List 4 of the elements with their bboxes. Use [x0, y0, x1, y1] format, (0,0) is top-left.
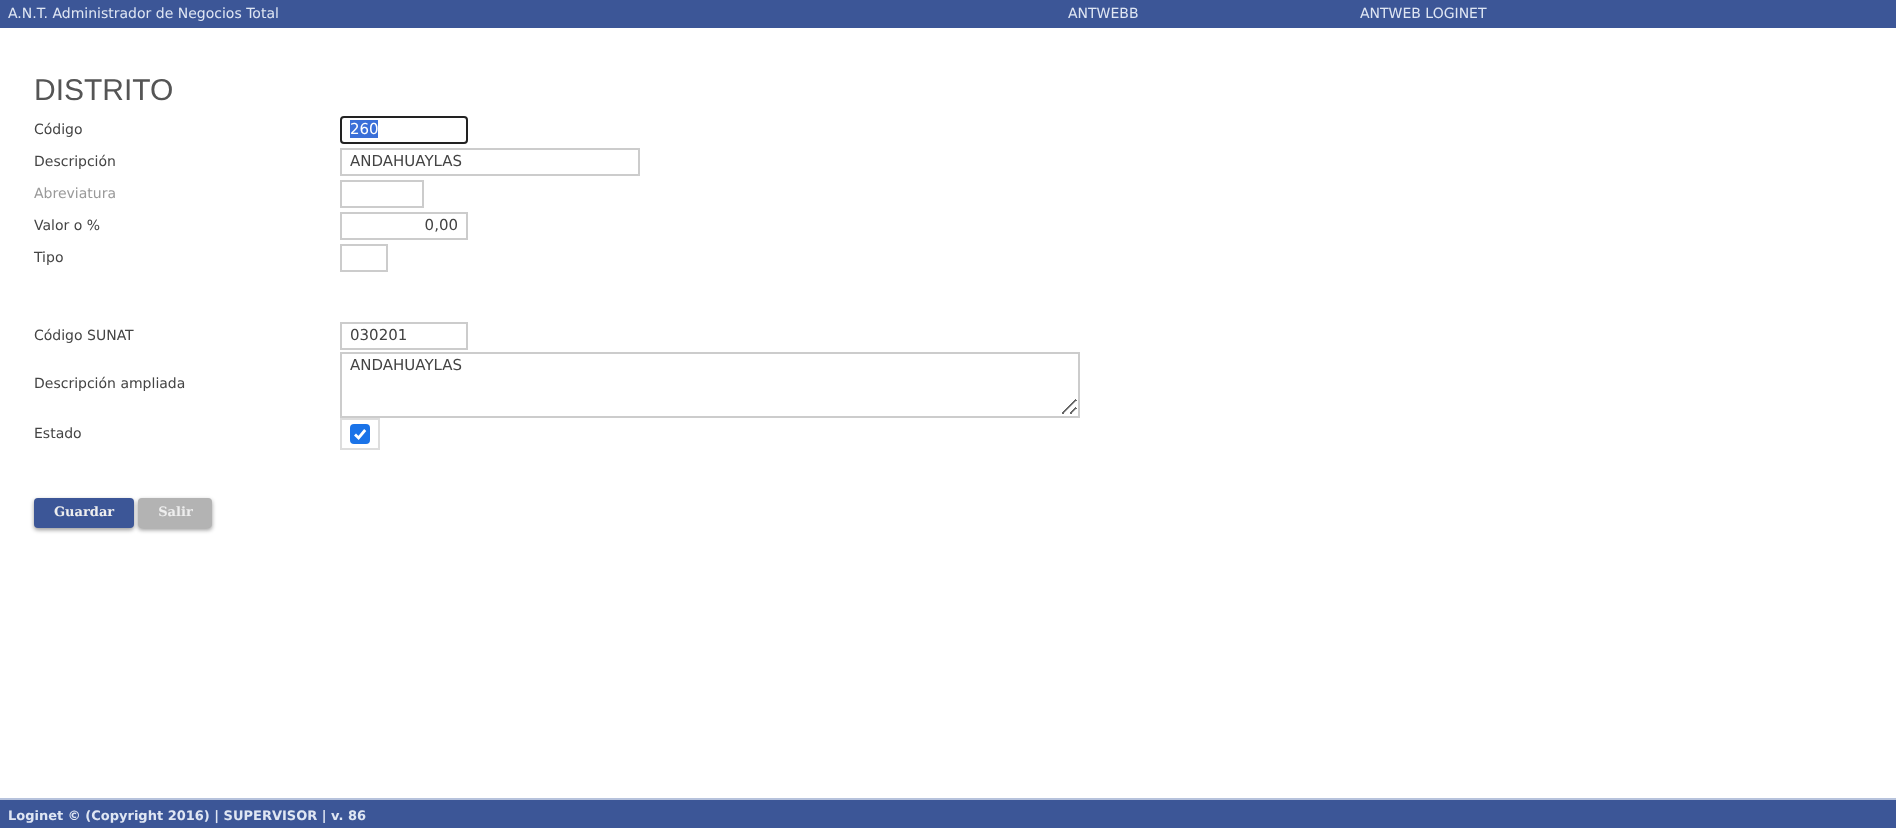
form-title: DISTRITO	[34, 74, 176, 108]
input-field[interactable]	[340, 180, 424, 208]
checkbox[interactable]	[350, 424, 370, 444]
input-field[interactable]	[340, 244, 388, 272]
